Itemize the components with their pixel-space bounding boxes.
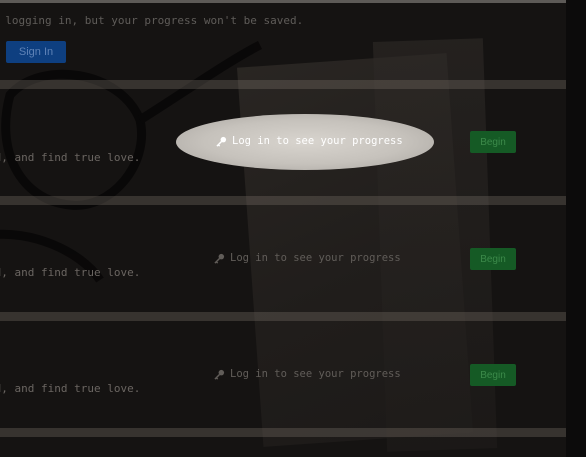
right-edge bbox=[566, 0, 586, 457]
top-border bbox=[0, 0, 566, 3]
begin-button[interactable]: Begin bbox=[470, 131, 516, 153]
begin-button[interactable]: Begin bbox=[470, 248, 516, 270]
row-description: ld, and find true love. bbox=[0, 266, 141, 279]
progress-label: Log in to see your progress bbox=[230, 252, 401, 264]
login-notice: t logging in, but your progress won't be… bbox=[0, 14, 304, 27]
row-description: ld, and find true love. bbox=[0, 382, 141, 395]
progress-status: Log in to see your progress bbox=[214, 368, 401, 380]
key-icon bbox=[214, 369, 225, 380]
progress-label: Log in to see your progress bbox=[230, 368, 401, 380]
dimmed-page: t logging in, but your progress won't be… bbox=[0, 0, 586, 457]
divider bbox=[0, 312, 566, 321]
list-item: ld, and find true love. Log in to see yo… bbox=[0, 322, 566, 422]
sign-in-button[interactable]: Sign In bbox=[6, 41, 66, 63]
key-icon bbox=[216, 136, 227, 147]
key-icon bbox=[214, 253, 225, 264]
row-description: ld, and find true love. bbox=[0, 151, 141, 164]
divider bbox=[0, 428, 566, 437]
list-item: ld, and find true love. Log in to see yo… bbox=[0, 206, 566, 306]
progress-status-highlighted: Log in to see your progress bbox=[216, 135, 403, 147]
divider bbox=[0, 196, 566, 205]
begin-button[interactable]: Begin bbox=[470, 364, 516, 386]
progress-status: Log in to see your progress bbox=[214, 252, 401, 264]
divider bbox=[0, 80, 566, 89]
progress-label: Log in to see your progress bbox=[232, 135, 403, 147]
